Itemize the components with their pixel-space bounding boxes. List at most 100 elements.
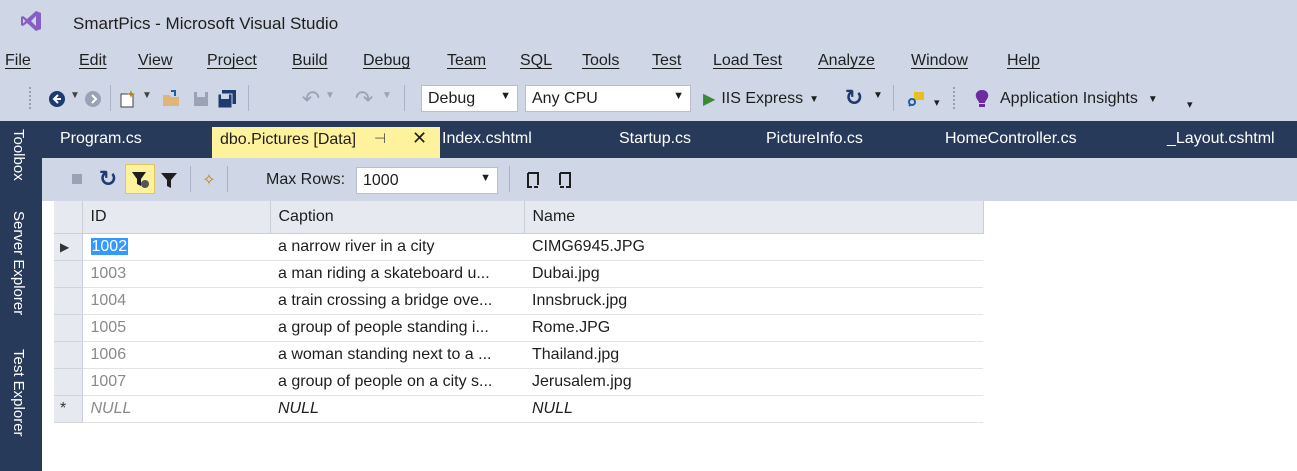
cell-name[interactable]: Dubai.jpg (524, 260, 983, 288)
browser-link-button[interactable] (905, 88, 927, 110)
table-row[interactable]: 1003 a man riding a skateboard u... Duba… (54, 260, 983, 288)
redo-dropdown-icon[interactable]: ▼ (382, 90, 392, 101)
navigate-back-button[interactable] (47, 89, 67, 109)
script-button[interactable]: ✧ (198, 169, 220, 191)
toolbar-overflow-icon[interactable]: ▾ (934, 96, 940, 109)
tab-homecontroller-cs[interactable]: HomeController.cs (945, 130, 1077, 148)
cell-caption[interactable]: a narrow river in a city (270, 233, 524, 261)
browser-refresh-button[interactable]: ↻ (843, 85, 865, 110)
table-row[interactable]: 1007 a group of people on a city s... Je… (54, 368, 983, 396)
tab-startup-cs[interactable]: Startup.cs (619, 130, 691, 148)
save-all-icon (217, 90, 236, 109)
test-explorer-tab[interactable]: Test Explorer (10, 349, 27, 437)
menu-test[interactable]: Test (652, 52, 681, 70)
script-to-file-button[interactable] (522, 169, 544, 191)
cell-caption[interactable]: NULL (270, 395, 524, 423)
cell-name[interactable]: CIMG6945.JPG (524, 233, 983, 261)
stop-button[interactable] (70, 171, 84, 187)
cell-name[interactable]: NULL (524, 395, 983, 423)
menu-build[interactable]: Build (292, 52, 328, 70)
chevron-down-icon: ▼ (1147, 93, 1158, 105)
cell-name[interactable]: Innsbruck.jpg (524, 287, 983, 315)
table-row[interactable]: 1005 a group of people standing i... Rom… (54, 314, 983, 342)
menu-analyze[interactable]: Analyze (818, 52, 875, 70)
start-debugging-button[interactable]: ▶ IIS Express ▼ (703, 88, 819, 110)
row-header[interactable] (54, 314, 83, 342)
cell-id[interactable]: 1002 (82, 233, 270, 261)
menu-load-test[interactable]: Load Test (713, 52, 782, 70)
table-row[interactable]: 1006 a woman standing next to a ... Thai… (54, 341, 983, 369)
data-grid: ID Caption Name ▶ 1002 a narrow river in… (54, 201, 984, 423)
max-rows-dropdown[interactable]: 1000 ▼ (356, 167, 498, 194)
toolbox-tab[interactable]: Toolbox (10, 129, 27, 181)
cell-id[interactable]: NULL (82, 395, 270, 423)
cell-id[interactable]: 1003 (82, 260, 270, 288)
cell-id[interactable]: 1004 (82, 287, 270, 315)
tab-program-cs[interactable]: Program.cs (60, 130, 142, 148)
menu-debug[interactable]: Debug (363, 52, 410, 70)
application-insights-button[interactable]: Application Insights ▼ (974, 87, 1158, 111)
row-header[interactable] (54, 368, 83, 396)
cell-id[interactable]: 1005 (82, 314, 270, 342)
menu-window[interactable]: Window (911, 52, 968, 70)
menu-file[interactable]: File (5, 52, 31, 70)
tab-layout-cshtml[interactable]: _Layout.cshtml (1167, 130, 1275, 148)
row-header[interactable] (54, 341, 83, 369)
cell-name[interactable]: Thailand.jpg (524, 341, 983, 369)
menu-sql[interactable]: SQL (520, 52, 552, 70)
cell-caption[interactable]: a man riding a skateboard u... (270, 260, 524, 288)
column-header-caption[interactable]: Caption (270, 201, 525, 234)
undo-button[interactable]: ↶ (300, 86, 322, 111)
close-icon[interactable]: ✕ (412, 128, 427, 149)
menu-tools[interactable]: Tools (582, 52, 619, 70)
tab-index-cshtml[interactable]: Index.cshtml (442, 130, 532, 148)
pin-icon[interactable]: ⊣ (374, 130, 386, 147)
new-row[interactable]: * NULL NULL NULL (54, 395, 983, 423)
row-header[interactable] (54, 287, 83, 315)
row-header[interactable] (54, 260, 83, 288)
solution-platform-dropdown[interactable]: Any CPU ▼ (525, 85, 691, 112)
script-to-window-button[interactable] (554, 169, 576, 191)
redo-button[interactable]: ↷ (353, 86, 375, 111)
toolbar-grip[interactable] (28, 86, 32, 110)
tab-pictureinfo-cs[interactable]: PictureInfo.cs (766, 130, 863, 148)
server-explorer-tab[interactable]: Server Explorer (10, 211, 27, 315)
save-button[interactable] (190, 88, 212, 110)
navigate-forward-button[interactable] (83, 89, 103, 109)
new-row-asterisk-icon[interactable]: * (54, 395, 83, 423)
cell-caption[interactable]: a group of people on a city s... (270, 368, 524, 396)
toolbar-grip[interactable] (952, 86, 956, 110)
current-row-indicator-icon[interactable]: ▶ (54, 233, 83, 261)
tab-dbo-pictures-data[interactable]: dbo.Pictures [Data] ⊣ ✕ (212, 127, 440, 158)
cell-caption[interactable]: a train crossing a bridge ove... (270, 287, 524, 315)
save-all-button[interactable] (215, 88, 239, 110)
refresh-dropdown-icon[interactable]: ▼ (873, 90, 883, 101)
column-header-name[interactable]: Name (524, 201, 984, 234)
filter-button[interactable] (125, 164, 155, 194)
cell-id[interactable]: 1006 (82, 341, 270, 369)
cell-caption[interactable]: a group of people standing i... (270, 314, 524, 342)
menu-view[interactable]: View (138, 52, 172, 70)
menu-team[interactable]: Team (447, 52, 486, 70)
row-header-corner[interactable] (54, 201, 83, 234)
menu-project[interactable]: Project (207, 52, 257, 70)
new-project-dropdown-icon[interactable]: ▼ (142, 90, 152, 101)
apply-filter-button[interactable] (158, 169, 180, 191)
new-project-button[interactable] (117, 88, 139, 110)
solution-configuration-dropdown[interactable]: Debug ▼ (421, 85, 518, 112)
menu-help[interactable]: Help (1007, 52, 1040, 70)
cell-name[interactable]: Jerusalem.jpg (524, 368, 983, 396)
max-rows-value: 1000 (363, 171, 399, 189)
cell-caption[interactable]: a woman standing next to a ... (270, 341, 524, 369)
cell-id[interactable]: 1007 (82, 368, 270, 396)
refresh-button[interactable]: ↻ (97, 166, 119, 191)
table-row[interactable]: 1004 a train crossing a bridge ove... In… (54, 287, 983, 315)
toolbar-overflow-icon[interactable]: ▾ (1187, 98, 1193, 111)
back-dropdown-icon[interactable]: ▼ (70, 90, 80, 101)
cell-name[interactable]: Rome.JPG (524, 314, 983, 342)
open-file-button[interactable] (160, 88, 182, 110)
column-header-id[interactable]: ID (82, 201, 271, 234)
undo-dropdown-icon[interactable]: ▼ (325, 90, 335, 101)
table-row[interactable]: ▶ 1002 a narrow river in a city CIMG6945… (54, 233, 983, 261)
menu-edit[interactable]: Edit (79, 52, 107, 70)
